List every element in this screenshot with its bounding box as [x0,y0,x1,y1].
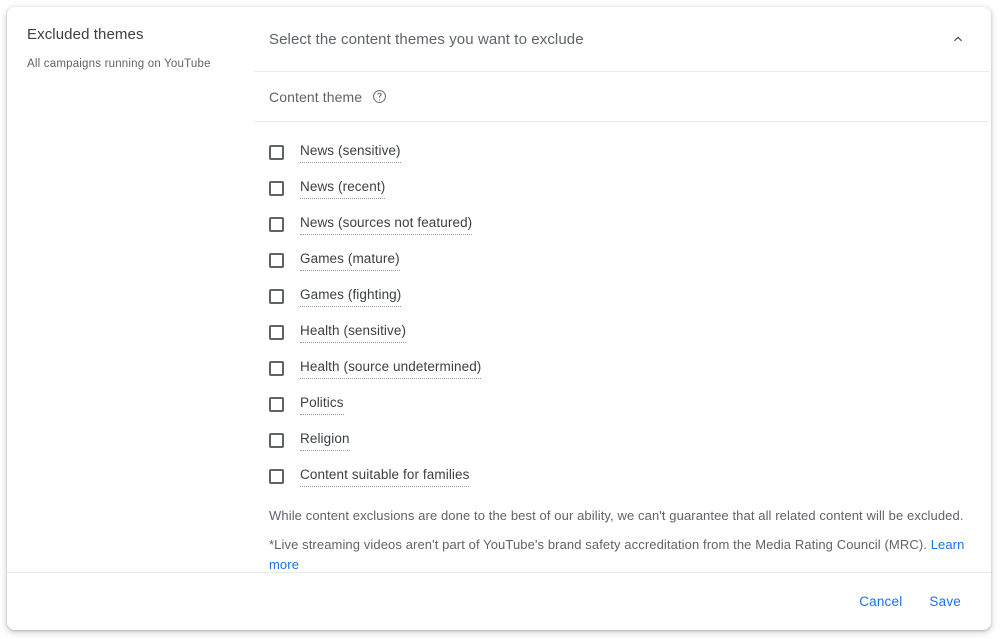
pane-header-title: Select the content themes you want to ex… [269,31,944,48]
theme-row[interactable]: News (sources not featured) [269,206,976,242]
checkbox-news-recent[interactable] [269,181,284,196]
theme-row[interactable]: Content suitable for families [269,458,976,494]
theme-label[interactable]: Politics [300,394,344,415]
help-circle-icon[interactable] [372,89,387,104]
checkbox-games-fighting[interactable] [269,289,284,304]
theme-label[interactable]: News (sensitive) [300,142,401,163]
theme-row[interactable]: Religion [269,422,976,458]
exclusion-disclaimer: While content exclusions are done to the… [269,506,976,526]
chevron-up-icon[interactable] [944,25,972,53]
checkbox-news-sources-not-featured[interactable] [269,217,284,232]
live-streaming-text: *Live streaming videos aren't part of Yo… [269,537,927,552]
checkbox-health-sensitive[interactable] [269,325,284,340]
theme-row[interactable]: Games (mature) [269,242,976,278]
theme-label[interactable]: Content suitable for families [300,466,469,487]
card-body: Excluded themes All campaigns running on… [7,7,991,572]
page-subtitle: All campaigns running on YouTube [27,56,234,72]
excluded-themes-card: Excluded themes All campaigns running on… [7,7,991,630]
theme-label[interactable]: News (sources not featured) [300,214,472,235]
page-title: Excluded themes [27,25,234,45]
theme-row[interactable]: News (recent) [269,170,976,206]
theme-label[interactable]: Health (sensitive) [300,322,406,343]
pane-header: Select the content themes you want to ex… [254,7,989,72]
theme-label[interactable]: Health (source undetermined) [300,358,481,379]
checkbox-politics[interactable] [269,397,284,412]
save-button[interactable]: Save [920,586,970,617]
content-theme-label: Content theme [269,89,362,105]
checkbox-religion[interactable] [269,433,284,448]
theme-label[interactable]: Games (fighting) [300,286,401,307]
card-footer: Cancel Save [7,572,991,630]
checkbox-health-source-undetermined[interactable] [269,361,284,376]
settings-rail: Excluded themes All campaigns running on… [7,7,254,572]
theme-checkbox-list: News (sensitive) News (recent) News (sou… [254,122,991,494]
theme-label[interactable]: Religion [300,430,350,451]
theme-row[interactable]: Politics [269,386,976,422]
checkbox-content-suitable-for-families[interactable] [269,469,284,484]
theme-row[interactable]: Health (source undetermined) [269,350,976,386]
content-theme-section-header: Content theme [254,72,989,122]
theme-row[interactable]: News (sensitive) [269,134,976,170]
theme-label[interactable]: Games (mature) [300,250,400,271]
theme-label[interactable]: News (recent) [300,178,385,199]
checkbox-news-sensitive[interactable] [269,145,284,160]
disclaimer-notes: While content exclusions are done to the… [254,494,991,575]
checkbox-games-mature[interactable] [269,253,284,268]
cancel-button[interactable]: Cancel [850,586,911,617]
settings-pane: Select the content themes you want to ex… [254,7,991,572]
theme-row[interactable]: Health (sensitive) [269,314,976,350]
theme-row[interactable]: Games (fighting) [269,278,976,314]
live-streaming-note: *Live streaming videos aren't part of Yo… [269,535,976,575]
